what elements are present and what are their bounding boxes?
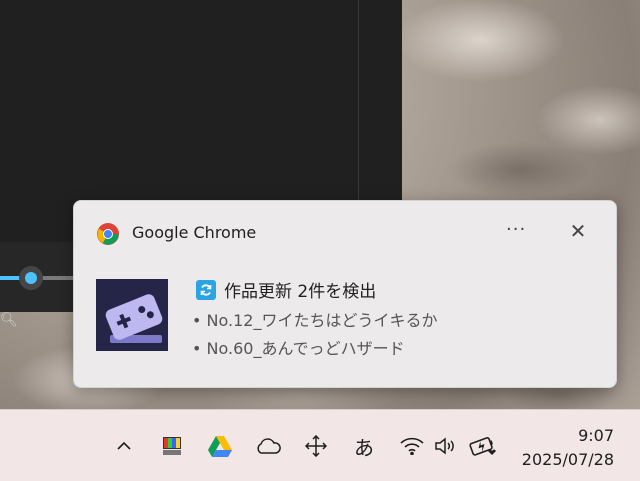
ime-mode-indicator[interactable]: あ <box>350 432 378 460</box>
chrome-logo-icon <box>97 223 119 245</box>
clock-time: 9:07 <box>578 426 614 445</box>
onedrive-cloud-icon[interactable] <box>254 432 282 460</box>
taskbar: あ 9:07 2025/07/28 <box>0 409 640 481</box>
zoom-icon[interactable]: 🔍︎ <box>0 312 18 328</box>
show-hidden-icons-chevron[interactable] <box>110 432 138 460</box>
chrome-notification-toast[interactable]: Google Chrome ··· ✕ 作品更新 2件を検出 • No.12_ワ… <box>73 200 617 388</box>
colorful-app-icon[interactable] <box>158 432 186 460</box>
gamepad-icon <box>96 279 168 351</box>
google-drive-icon[interactable] <box>206 432 234 460</box>
notification-thumbnail <box>96 279 168 351</box>
taskbar-clock[interactable]: 9:07 2025/07/28 <box>522 424 614 472</box>
volume-icon[interactable] <box>432 432 460 460</box>
wifi-icon[interactable] <box>398 432 426 460</box>
notification-app-name: Google Chrome <box>132 223 257 242</box>
sync-icon <box>196 279 216 300</box>
close-notification-button[interactable]: ✕ <box>566 219 590 243</box>
move-arrows-icon[interactable] <box>302 432 330 460</box>
more-options-button[interactable]: ··· <box>506 219 526 240</box>
panel-divider <box>358 0 359 200</box>
notification-title-row: 作品更新 2件を検出 <box>196 277 376 302</box>
clock-date: 2025/07/28 <box>521 450 614 469</box>
notification-title: 作品更新 2件を検出 <box>224 282 377 302</box>
slider-thumb[interactable] <box>19 266 43 290</box>
notification-line-2: • No.60_あんでっどハザード <box>192 339 405 358</box>
notification-line-1: • No.12_ワイたちはどうイキるか <box>192 311 438 330</box>
battery-charging-icon[interactable] <box>468 432 496 460</box>
